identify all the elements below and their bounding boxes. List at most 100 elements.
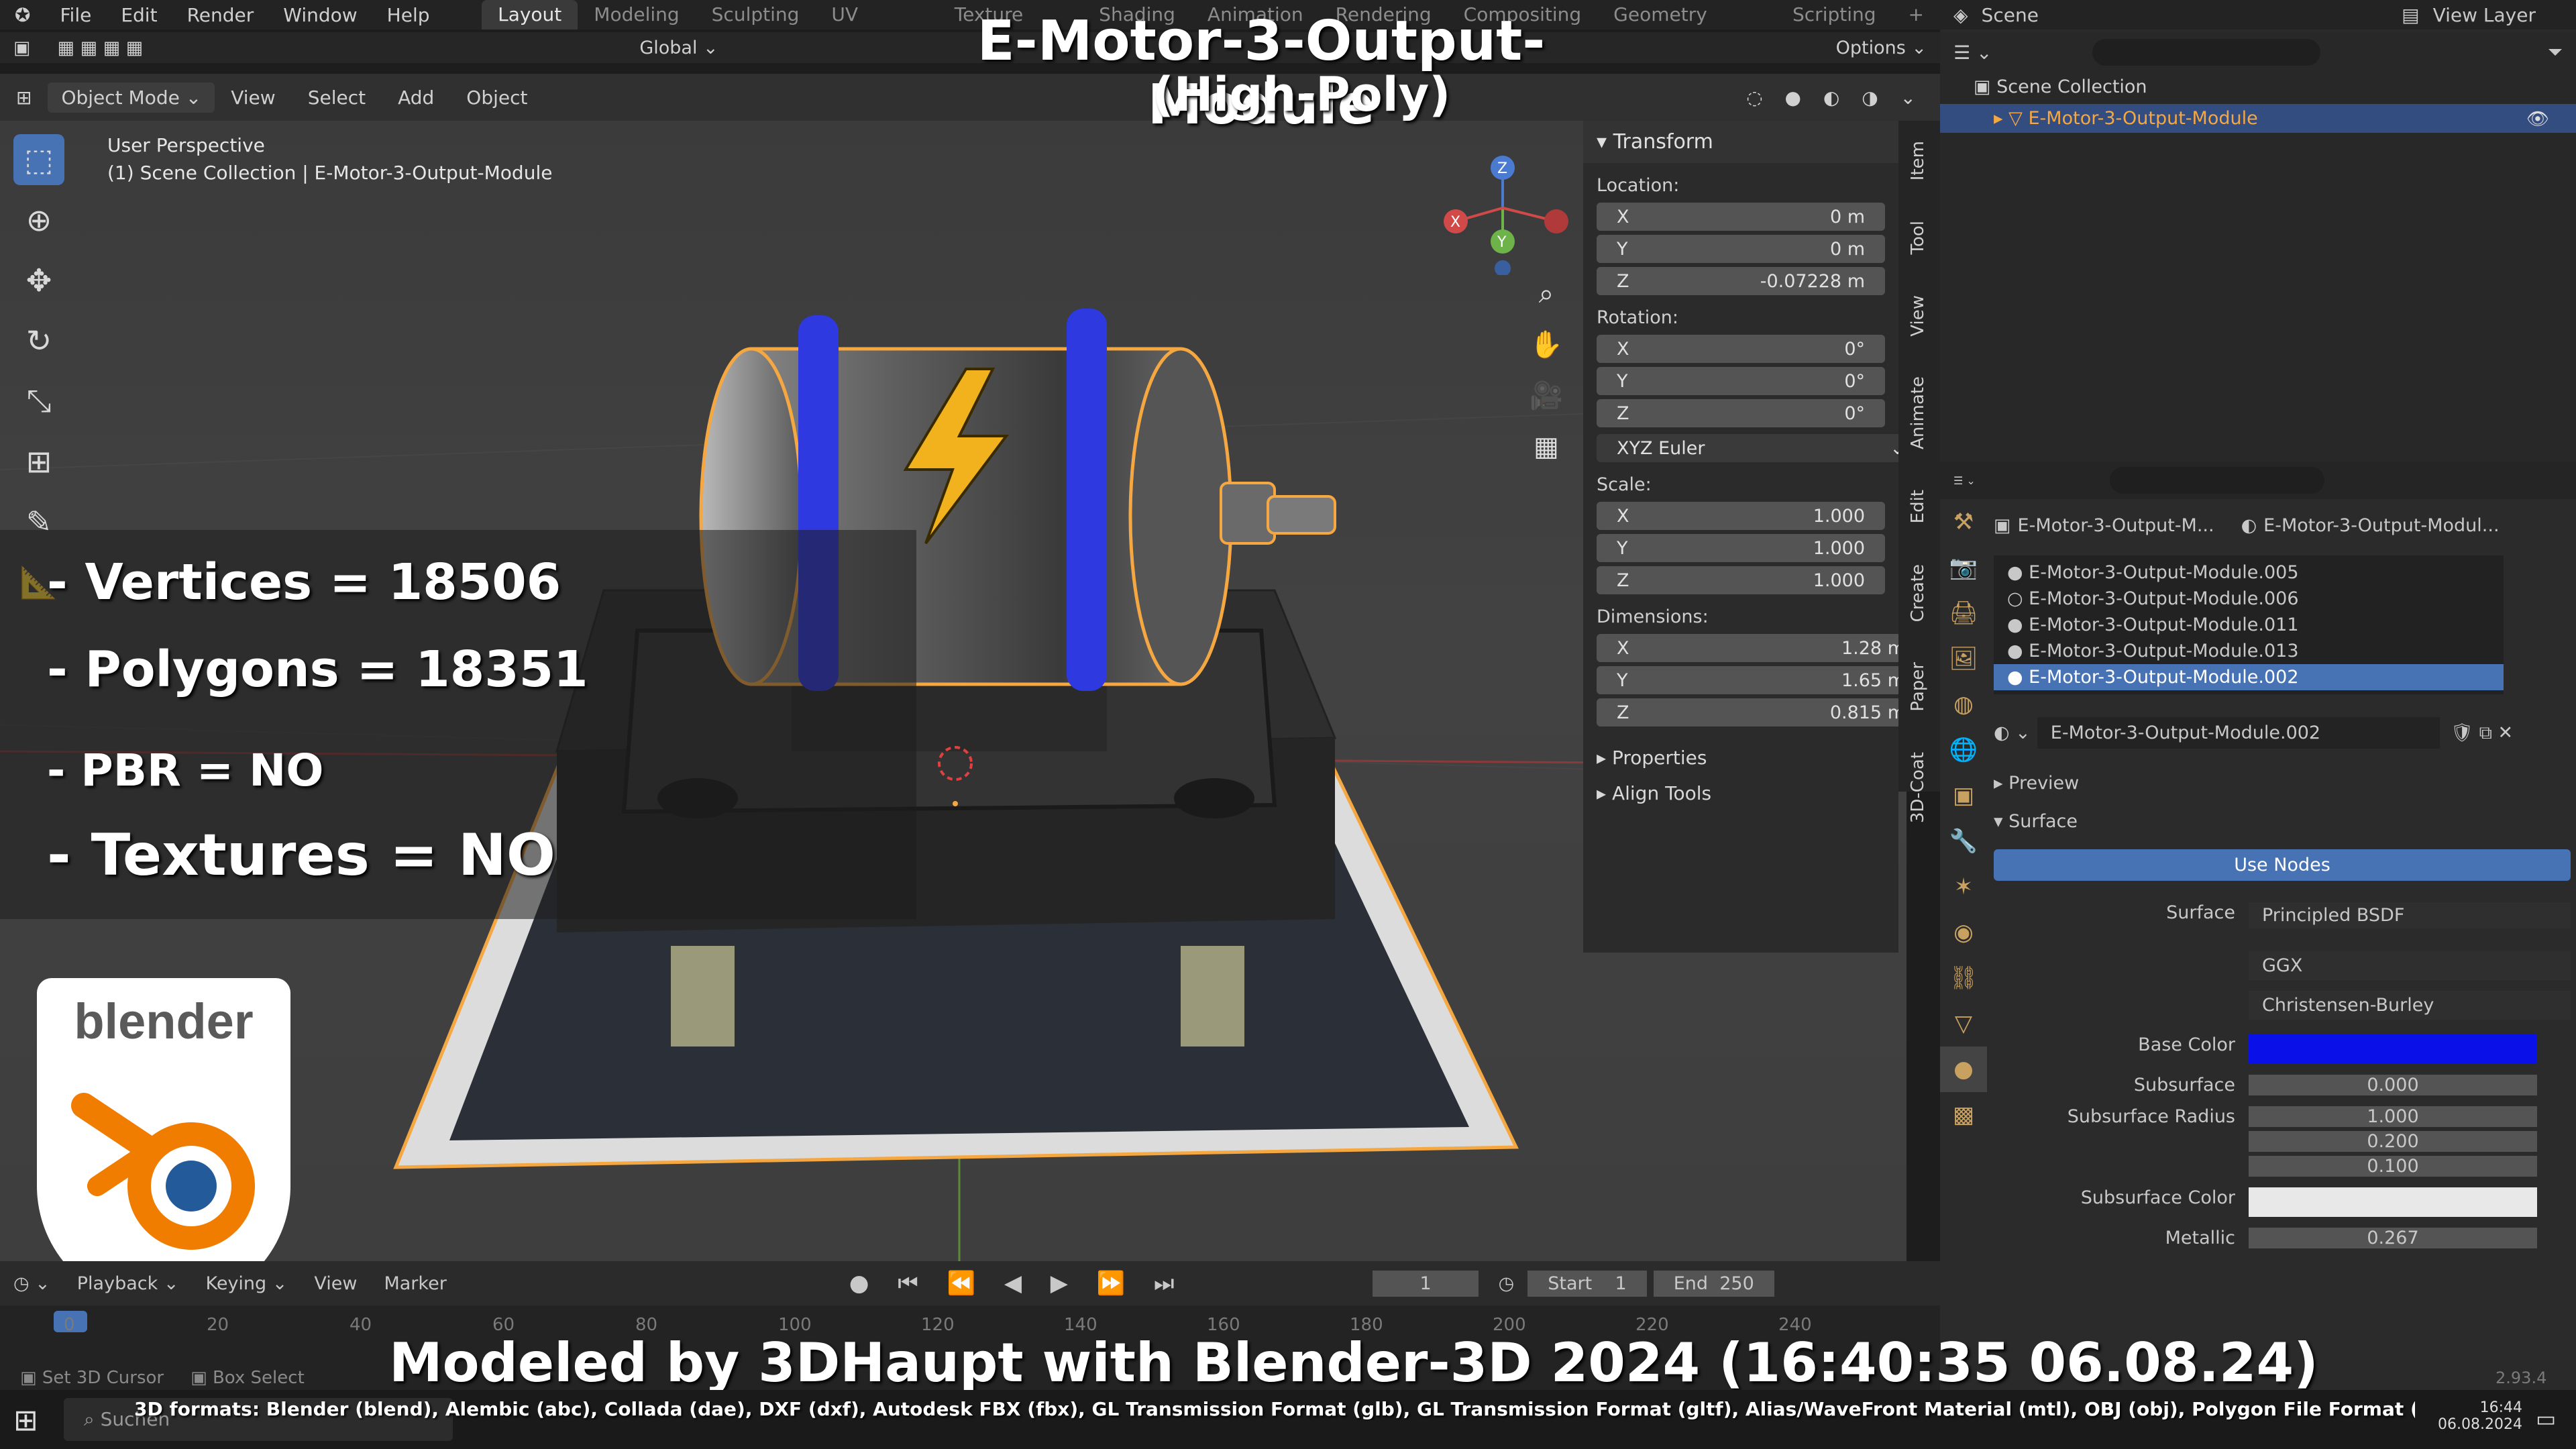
keying-menu[interactable]: Keying ⌄ [192, 1273, 301, 1294]
location-x-field[interactable]: X 0 m [1597, 203, 1885, 231]
tab-sculpting[interactable]: Sculpting [696, 0, 816, 30]
current-frame-field[interactable]: 1 [1373, 1270, 1479, 1297]
rotation-y-field[interactable]: Y 0° [1597, 367, 1885, 395]
rotation-mode-select[interactable]: XYZ Euler ⌄ [1597, 434, 1925, 462]
location-y-field[interactable]: Y 0 m [1597, 235, 1885, 263]
tool-tab-icon[interactable]: ⚒ [1940, 499, 1987, 545]
list-item[interactable]: ● E-Motor-3-Output-Module.011 [1994, 612, 2504, 638]
surface-panel[interactable]: ▾ Surface [1994, 811, 2571, 832]
menu-render[interactable]: Render [172, 4, 269, 26]
tab-edit[interactable]: Edit [1898, 470, 1937, 543]
material-tab-icon[interactable]: ● [1940, 1046, 1987, 1092]
menu-object[interactable]: Object [450, 87, 543, 109]
tab-animate[interactable]: Animate [1898, 356, 1937, 470]
list-item[interactable]: ○ E-Motor-3-Output-Module.006 [1994, 586, 2504, 612]
tab-uv-editing[interactable]: UV Editing [815, 0, 938, 55]
camera-icon[interactable]: 🎥 [1523, 370, 1570, 421]
align-tools-toggle[interactable]: ▸ Align Tools [1597, 782, 1885, 804]
timeline-view-menu[interactable]: View [301, 1273, 370, 1294]
modifier-tab-icon[interactable]: 🔧 [1940, 818, 1987, 864]
subsurface-field[interactable]: 0.000 [2249, 1075, 2537, 1095]
tab-3d-coat[interactable]: 3D-Coat [1898, 732, 1937, 843]
tab-layout[interactable]: Layout [482, 0, 578, 30]
scale-tool-icon[interactable]: ⤡ [13, 376, 64, 427]
scale-z-field[interactable]: Z 1.000 [1597, 566, 1885, 594]
properties-search-input[interactable] [2109, 467, 2324, 494]
marker-menu[interactable]: Marker [370, 1273, 460, 1294]
material-selector[interactable]: ◐ ⌄ E-Motor-3-Output-Module.002 🛡 ⧉ ✕ [1994, 717, 2571, 749]
move-tool-icon[interactable]: ✥ [13, 255, 64, 306]
transform-tool-icon[interactable]: ⊞ [13, 436, 64, 487]
cursor-tool-icon[interactable]: ⊕ [13, 195, 64, 246]
tab-geometry-nodes[interactable]: Geometry Nodes [1597, 0, 1776, 55]
playback-controls[interactable]: ● ⏮ ⏪ ◀ ▶ ⏩ ⏭ [849, 1270, 1185, 1297]
dimensions-y-field[interactable]: Y 1.65 m [1597, 666, 1925, 694]
texture-tab-icon[interactable]: ▩ [1940, 1092, 1987, 1138]
list-item-active[interactable]: ● E-Motor-3-Output-Module.002 [1994, 664, 2504, 690]
physics-tab-icon[interactable]: ◉ [1940, 910, 1987, 955]
dimensions-z-field[interactable]: Z 0.815 m [1597, 698, 1925, 727]
select-mode-icons[interactable]: ▦ ▦ ▦ ▦ [44, 38, 157, 58]
outliner-object-row[interactable]: ▸ ▽ E-Motor-3-Output-Module 👁 [1940, 104, 2576, 133]
rotation-x-field[interactable]: X 0° [1597, 335, 1885, 363]
constraints-tab-icon[interactable]: ⛓ [1940, 955, 1987, 1001]
subsurface-method-select[interactable]: Christensen-Burley [2249, 991, 2571, 1020]
outliner-editor-icon[interactable]: ☰ ⌄ [1953, 42, 1992, 64]
timeline-editor-icon[interactable]: ◷ ⌄ [0, 1273, 64, 1294]
menu-file[interactable]: File [45, 4, 106, 26]
list-item[interactable]: ● E-Motor-3-Output-Module.005 [1994, 559, 2504, 586]
notification-icon[interactable]: ▭ [2536, 1406, 2556, 1432]
rotation-z-field[interactable]: Z 0° [1597, 399, 1885, 427]
world-tab-icon[interactable]: 🌐 [1940, 727, 1987, 773]
blender-menu-icon[interactable]: ✪ [0, 4, 45, 26]
menu-window[interactable]: Window [268, 4, 372, 26]
end-frame-field[interactable]: End 250 [1653, 1270, 1774, 1297]
add-workspace-icon[interactable]: + [1892, 0, 1940, 30]
material-sphere-icon[interactable]: ◐ ⌄ [1994, 722, 2031, 743]
preview-panel[interactable]: ▸ Preview [1994, 773, 2571, 794]
playback-menu[interactable]: Playback ⌄ [64, 1273, 193, 1294]
tab-create[interactable]: Create [1898, 544, 1937, 642]
menu-select[interactable]: Select [292, 87, 382, 109]
transform-orientation-select[interactable]: Global ⌄ [626, 38, 731, 58]
scale-x-field[interactable]: X 1.000 [1597, 502, 1885, 530]
ortho-grid-icon[interactable]: ▦ [1523, 421, 1570, 472]
view-layer-name[interactable]: View Layer [2433, 4, 2576, 26]
menu-help[interactable]: Help [372, 4, 445, 26]
render-tab-icon[interactable]: 📷 [1940, 545, 1987, 590]
scene-tab-icon[interactable]: ◍ [1940, 682, 1987, 727]
properties-panel-toggle[interactable]: ▸ Properties [1597, 747, 1885, 769]
windows-start-icon[interactable]: ⊞ [13, 1403, 38, 1438]
pan-icon[interactable]: ✋ [1523, 319, 1570, 370]
menu-add[interactable]: Add [382, 87, 450, 109]
metallic-field[interactable]: 0.267 [2249, 1228, 2537, 1248]
filter-icon[interactable]: ⏷ [2548, 41, 2563, 64]
scale-y-field[interactable]: Y 1.000 [1597, 534, 1885, 562]
navigation-gizmo[interactable]: Z Y X [1429, 141, 1583, 275]
surface-shader-select[interactable]: Principled BSDF [2249, 902, 2571, 928]
particles-tab-icon[interactable]: ✶ [1940, 864, 1987, 910]
location-z-field[interactable]: Z -0.07228 m [1597, 267, 1885, 295]
subsurface-color-swatch[interactable] [2249, 1187, 2537, 1217]
editor-type-icon[interactable]: ⊞ [0, 87, 48, 109]
list-item[interactable]: ● E-Motor-3-Output-Module.013 [1994, 638, 2504, 664]
tab-modeling[interactable]: Modeling [578, 0, 695, 30]
object-tab-icon[interactable]: ▣ [1940, 773, 1987, 818]
select-tool-icon[interactable]: ▣ [0, 38, 44, 58]
data-tab-icon[interactable]: ▽ [1940, 1001, 1987, 1046]
scene-collection-row[interactable]: ▣ Scene Collection [1940, 72, 2576, 101]
subsurface-radius-z-field[interactable]: 0.100 [2249, 1156, 2537, 1177]
distribution-select[interactable]: GGX [2249, 951, 2571, 980]
subsurface-radius-y-field[interactable]: 0.200 [2249, 1131, 2537, 1152]
zoom-icon[interactable]: ⌕ [1523, 268, 1570, 319]
tab-view[interactable]: View [1898, 275, 1937, 357]
material-name-field[interactable]: E-Motor-3-Output-Module.002 [2037, 717, 2440, 749]
options-dropdown[interactable]: Options ⌄ [1823, 38, 1940, 58]
scene-name[interactable]: Scene [1982, 4, 2039, 26]
tab-tool[interactable]: Tool [1898, 201, 1937, 275]
base-color-swatch[interactable] [2249, 1034, 2537, 1064]
visibility-icon[interactable]: 👁 [2526, 108, 2549, 129]
use-nodes-button[interactable]: Use Nodes [1994, 849, 2571, 881]
select-box-icon[interactable]: ⬚ [13, 134, 64, 185]
rotate-tool-icon[interactable]: ↻ [13, 315, 64, 366]
